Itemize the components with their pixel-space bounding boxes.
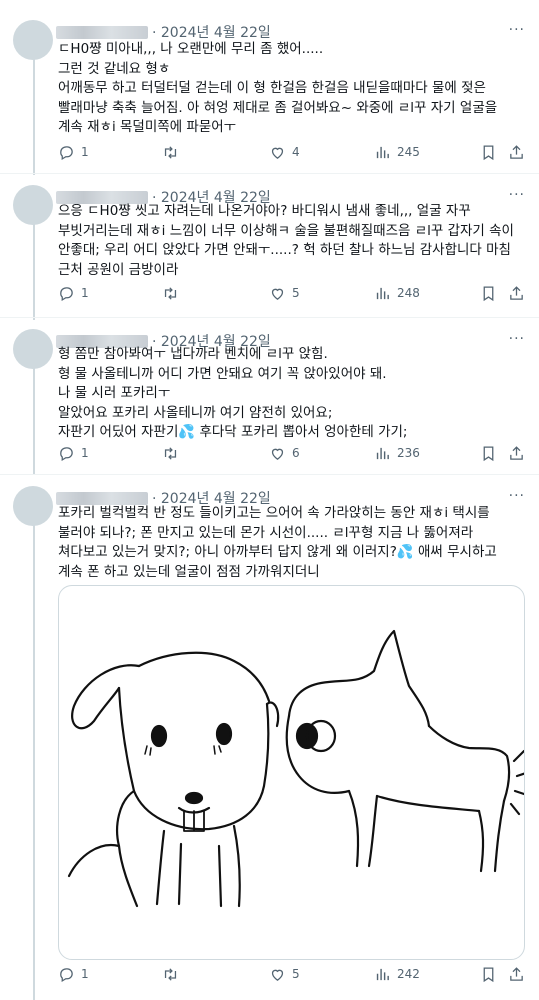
views-icon [376,447,389,459]
views-count: 248 [397,286,420,300]
tweet-line: ㄷH0쨩 미아내,,, 나 오랜만에 무리 좀 했어..... [58,41,324,57]
reply-icon [60,286,73,301]
reply-count: 1 [81,967,89,981]
share-icon [510,966,523,981]
like-count: 5 [292,286,300,300]
views-count: 245 [397,145,420,159]
heart-icon [271,288,284,300]
tweet[interactable]: · 2024년 4월 22일 ··· ㄷH0쨩 미아내,,, 나 오랜만에 무리… [0,8,539,175]
tweet-line: 자판기 어딨어 자판기💦 후다닥 포카리 뽑아서 엉아한테 가기; [58,424,408,440]
reply-icon [60,446,73,461]
tweet-line: 으응 ㄷH0쨩 씻고 자려는데 나온거야아? 바디워시 냄새 좋네,,, 얼굴 … [58,203,519,278]
bookmark-icon [483,445,494,461]
views-button[interactable]: 236 [374,443,420,463]
tweet-date[interactable]: · 2024년 4월 22일 [152,22,271,42]
views-button[interactable]: 248 [374,283,420,303]
heart-icon [271,147,284,159]
tweet-header: · 2024년 4월 22일 [56,22,271,42]
share-icon [510,445,523,460]
tweet-line: 나 물 시러 포카리ㅜ [58,385,171,401]
tweet[interactable]: · 2024년 4월 22일 ··· 으응 ㄷH0쨩 씻고 자려는데 나온거야아… [0,173,539,318]
share-button[interactable] [508,443,525,463]
retweet-button[interactable] [162,964,179,984]
share-button[interactable] [508,964,525,984]
tweet-line: 어깨동무 하고 터덜터덜 걷는데 이 형 한걸음 한걸음 내딛을때마다 물에 젖… [58,80,502,135]
views-button[interactable]: 245 [374,142,420,162]
bookmark-button[interactable] [480,964,497,984]
share-icon [510,144,523,159]
more-options-button[interactable]: ··· [509,488,525,504]
bookmark-icon [483,966,494,982]
action-bar: 1 5 242 [58,964,524,984]
more-options-button[interactable]: ··· [509,187,525,203]
like-count: 4 [292,145,300,159]
avatar[interactable] [13,185,53,225]
reply-icon [60,145,73,160]
avatar[interactable] [13,329,53,369]
like-count: 6 [292,446,300,460]
tweet-image[interactable] [58,585,525,960]
tweet-text: 으응 ㄷH0쨩 씻고 자려는데 나온거야아? 바디워시 냄새 좋네,,, 얼굴 … [58,202,519,280]
tweet-line: 알았어요 포카리 사올테니까 여기 얌전히 있어요; [58,404,333,421]
share-button[interactable] [508,283,525,303]
retweet-icon [164,286,177,300]
reply-icon [60,967,73,982]
retweet-icon [164,967,177,981]
action-bar: 1 6 236 [58,443,524,463]
retweet-button[interactable] [162,142,179,162]
bookmark-button[interactable] [480,283,497,303]
views-icon [376,287,389,299]
puppy-left-drawing [67,651,280,908]
reply-count: 1 [81,286,89,300]
reply-button[interactable]: 1 [58,964,89,984]
tweet-line: 형 물 사올테니까 어디 가면 안돼요 여기 꼭 앉아있어야 돼. [58,365,387,382]
bookmark-button[interactable] [480,443,497,463]
tweet-text: 포카리 벌컥벌컥 반 정도 들이키고는 으어어 속 가라앉히는 동안 재ㅎi 택… [58,504,519,582]
action-bar: 1 4 245 [58,142,524,162]
reply-button[interactable]: 1 [58,142,89,162]
heart-icon [271,448,284,460]
retweet-button[interactable] [162,443,179,463]
like-button[interactable]: 5 [269,283,300,303]
tweet-text: ㄷH0쨩 미아내,,, 나 오랜만에 무리 좀 했어..... 그런 것 같네요… [58,40,519,138]
author-name-redacted[interactable] [56,25,148,39]
bookmark-button[interactable] [480,142,497,162]
avatar[interactable] [13,486,53,526]
bookmark-icon [483,144,494,160]
like-button[interactable]: 5 [269,964,300,984]
views-icon [376,968,389,980]
retweet-icon [164,446,177,460]
avatar[interactable] [13,20,53,60]
creature-right-drawing [285,629,524,873]
doodle-illustration [67,629,524,908]
tweet-text: 형 쫌만 참아봐여ㅜ 냅다까라 벤치에 ㄹl꾸 앉힘. 형 물 사올테니까 어디… [58,345,519,443]
views-count: 242 [397,967,420,981]
like-count: 5 [292,967,300,981]
tweet[interactable]: · 2024년 4월 22일 ··· 형 쫌만 참아봐여ㅜ 냅다까라 벤치에 ㄹ… [0,317,539,475]
tweet-line: 포카리 벌컥벌컥 반 정도 들이키고는 으어어 속 가라앉히는 동안 재ㅎi 택… [58,505,502,580]
share-button[interactable] [508,142,525,162]
retweet-icon [164,145,177,159]
like-button[interactable]: 6 [269,443,300,463]
tweet-line: 그런 것 같네요 형ㅎ [58,60,171,77]
author-name-redacted[interactable] [56,491,148,505]
reply-count: 1 [81,446,89,460]
reply-count: 1 [81,145,89,159]
heart-icon [271,969,284,981]
reply-button[interactable]: 1 [58,443,89,463]
reply-button[interactable]: 1 [58,283,89,303]
views-icon [376,146,389,158]
like-button[interactable]: 4 [269,142,300,162]
views-button[interactable]: 242 [374,964,420,984]
retweet-button[interactable] [162,283,179,303]
bookmark-icon [483,285,494,301]
tweet-line: 형 쫌만 참아봐여ㅜ 냅다까라 벤치에 ㄹl꾸 앉힘. [58,346,328,362]
more-options-button[interactable]: ··· [509,22,525,38]
views-count: 236 [397,446,420,460]
action-bar: 1 5 248 [58,283,524,303]
share-icon [510,285,523,300]
